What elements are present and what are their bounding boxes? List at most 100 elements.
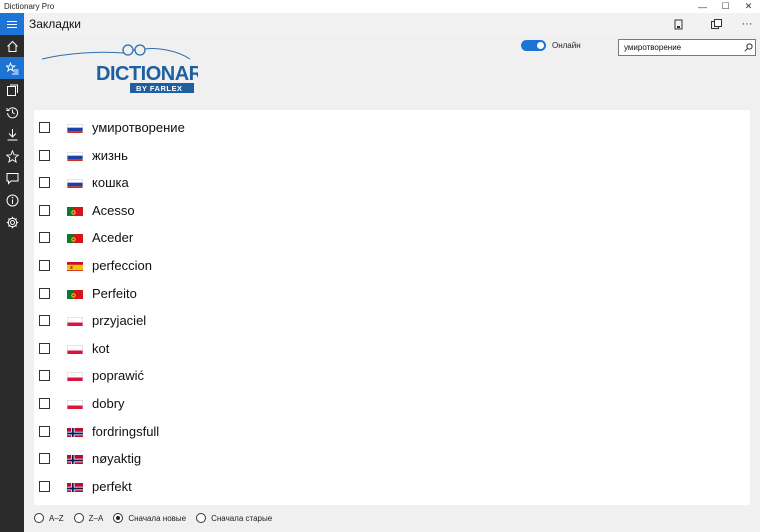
flag-pt-icon xyxy=(67,288,83,299)
svg-text:BY FARLEX: BY FARLEX xyxy=(136,84,182,93)
bookmark-row[interactable]: Aceder xyxy=(34,224,750,251)
svg-text:DICTIONARY: DICTIONARY xyxy=(96,63,198,85)
bookmark-checkbox[interactable] xyxy=(39,480,50,492)
sort-option-radio[interactable]: Z–A xyxy=(73,513,104,523)
favorites-icon[interactable] xyxy=(0,145,24,167)
bookmark-row[interactable]: dobry xyxy=(34,390,750,417)
bookmark-row[interactable]: кошка xyxy=(34,169,750,196)
bookmark-word[interactable]: przyjaciel xyxy=(92,313,146,328)
bookmark-row[interactable]: perfekt xyxy=(34,473,750,500)
flag-no-icon xyxy=(67,453,83,465)
bookmark-word[interactable]: жизнь xyxy=(92,148,128,163)
bookmark-word[interactable]: умиротворение xyxy=(92,120,185,135)
download-icon[interactable] xyxy=(0,123,24,145)
bookmark-checkbox[interactable] xyxy=(39,177,50,189)
bookmark-checkbox[interactable] xyxy=(39,315,50,327)
radio-circle-icon[interactable] xyxy=(73,513,84,523)
copy-icon[interactable] xyxy=(707,17,725,31)
flag-pt-icon xyxy=(67,205,83,216)
bookmark-word[interactable]: kot xyxy=(92,341,109,356)
bookmark-checkbox[interactable] xyxy=(39,370,50,382)
bookmark-row[interactable]: perfeccion xyxy=(34,252,750,279)
search-icon[interactable] xyxy=(741,41,755,55)
bookmark-row[interactable]: Acesso xyxy=(34,197,750,224)
info-icon[interactable] xyxy=(0,189,24,211)
bookmark-word[interactable]: Aceder xyxy=(92,230,133,245)
bookmarks-icon[interactable] xyxy=(0,57,24,79)
bookmark-word[interactable]: perfekt xyxy=(92,479,132,494)
flag-pl-icon xyxy=(67,398,83,409)
bookmark-checkbox[interactable] xyxy=(39,260,50,271)
flag-pt-icon xyxy=(67,232,83,244)
bookmark-checkbox[interactable] xyxy=(39,149,50,161)
flashcard-icon[interactable] xyxy=(670,17,688,31)
bookmark-checkbox[interactable] xyxy=(39,287,50,299)
bookmark-row[interactable]: fordringsfull xyxy=(34,418,750,445)
sort-option-label: Z–A xyxy=(88,513,104,523)
dictionary-by-farlex-logo: DICTIONARY BY FARLEX xyxy=(41,44,198,93)
flag-pl-icon xyxy=(67,315,83,327)
bookmark-checkbox[interactable] xyxy=(39,122,50,133)
bookmark-row[interactable]: Perfeito xyxy=(34,280,750,307)
radio-circle-icon[interactable] xyxy=(113,513,124,523)
hamburger-menu-button[interactable] xyxy=(0,13,24,35)
window-titlebar: Dictionary Pro — ☐ ✕ xyxy=(0,0,760,13)
bookmark-word[interactable]: nøyaktig xyxy=(92,451,141,466)
sort-option-radio[interactable]: Сначала старые xyxy=(196,513,272,523)
bookmark-row[interactable]: жизнь xyxy=(34,142,750,169)
search-box[interactable]: умиротворение xyxy=(618,39,756,56)
bookmark-checkbox[interactable] xyxy=(39,425,50,437)
online-toggle[interactable] xyxy=(521,40,546,51)
sort-option-radio[interactable]: A–Z xyxy=(34,513,64,523)
flag-ru-icon xyxy=(67,122,83,133)
flag-ru-icon xyxy=(67,150,83,161)
close-button[interactable]: ✕ xyxy=(737,0,760,13)
bookmark-checkbox[interactable] xyxy=(39,232,50,244)
page-header: Закладки ··· xyxy=(0,13,760,35)
settings-icon[interactable] xyxy=(0,211,24,233)
radio-circle-icon[interactable] xyxy=(34,513,44,523)
bookmark-checkbox[interactable] xyxy=(39,342,50,354)
bookmark-row[interactable]: умиротворение xyxy=(34,114,750,141)
flag-no-icon xyxy=(67,426,83,437)
history-icon[interactable] xyxy=(0,101,24,123)
search-input[interactable]: умиротворение xyxy=(619,43,741,52)
home-icon[interactable] xyxy=(0,35,24,57)
maximize-button[interactable]: ☐ xyxy=(714,0,737,13)
sort-option-label: Сначала новые xyxy=(128,513,187,523)
side-nav xyxy=(0,35,24,532)
window-title: Dictionary Pro xyxy=(4,2,55,11)
bookmark-row[interactable]: kot xyxy=(34,335,750,362)
bookmark-word[interactable]: Acesso xyxy=(92,203,135,218)
bookmark-list: умиротворение жизнь кошка Acesso Aceder perfe… xyxy=(34,110,750,505)
bookmark-row[interactable]: nøyaktig xyxy=(34,445,750,472)
sort-options: A–Z Z–A Сначала новые Сначала старые xyxy=(34,510,282,526)
flag-pl-icon xyxy=(67,370,83,382)
bookmark-checkbox[interactable] xyxy=(39,398,50,409)
bookmark-word[interactable]: Perfeito xyxy=(92,286,137,301)
flag-es-icon xyxy=(67,260,83,271)
main-content: DICTIONARY BY FARLEX Онлайн умиротворени… xyxy=(24,35,760,532)
bookmark-word[interactable]: кошка xyxy=(92,175,129,190)
bookmark-word[interactable]: dobry xyxy=(92,396,125,411)
bookmark-word[interactable]: fordringsfull xyxy=(92,424,159,439)
bookmark-checkbox[interactable] xyxy=(39,204,50,216)
flag-ru-icon xyxy=(67,177,83,189)
sort-option-radio[interactable]: Сначала новые xyxy=(113,513,186,523)
chat-icon[interactable] xyxy=(0,167,24,189)
bookmark-word[interactable]: perfeccion xyxy=(92,258,152,273)
sort-option-label: Сначала старые xyxy=(211,513,273,523)
more-options-button[interactable]: ··· xyxy=(738,17,756,31)
radio-circle-icon[interactable] xyxy=(196,513,207,523)
flag-no-icon xyxy=(67,481,83,492)
bookmark-word[interactable]: poprawić xyxy=(92,368,144,383)
sort-option-label: A–Z xyxy=(49,513,64,523)
bookmark-row[interactable]: poprawić xyxy=(34,362,750,389)
cards-icon[interactable] xyxy=(0,79,24,101)
bookmark-checkbox[interactable] xyxy=(39,453,50,465)
flag-pl-icon xyxy=(67,343,83,354)
bookmark-row[interactable]: przyjaciel xyxy=(34,307,750,334)
online-toggle-label: Онлайн xyxy=(552,41,581,50)
page-title: Закладки xyxy=(29,17,81,31)
minimize-button[interactable]: — xyxy=(691,0,714,13)
